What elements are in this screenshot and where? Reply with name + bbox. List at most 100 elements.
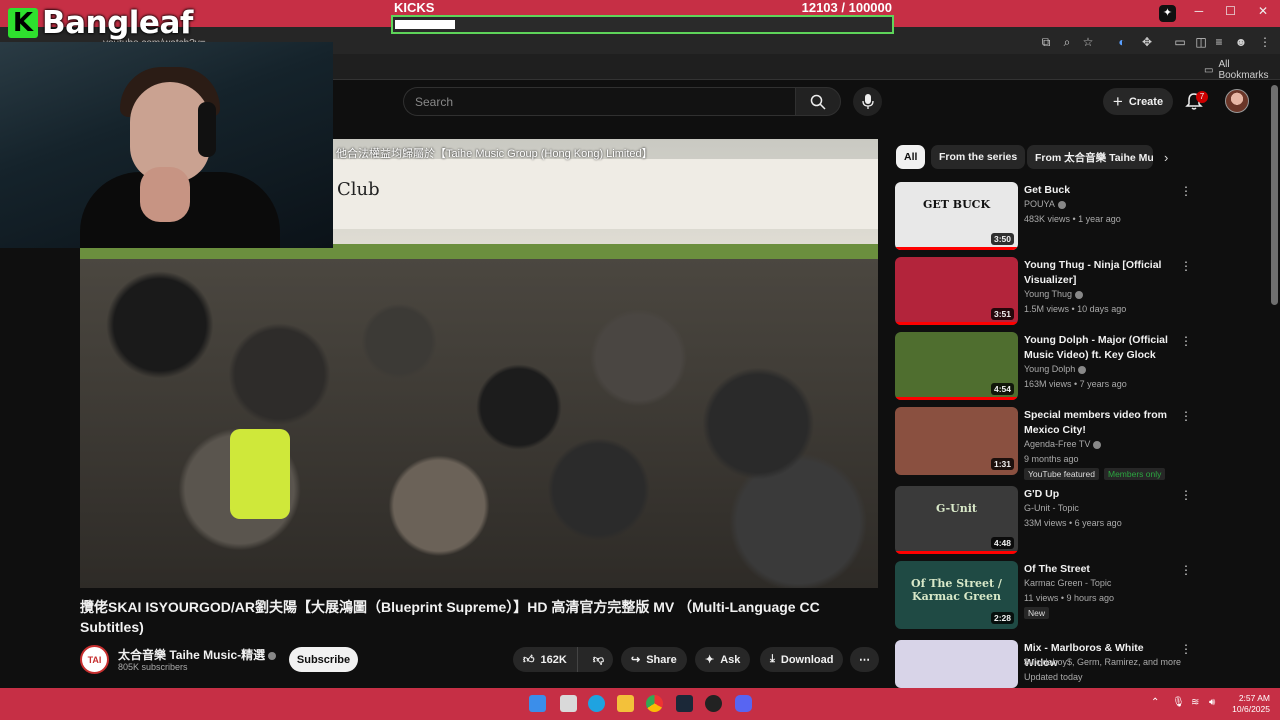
recommendation-channel[interactable]: G-Unit - Topic	[1024, 503, 1079, 513]
share-label: Share	[646, 653, 677, 666]
tray-chevron-up-icon[interactable]: ⌃	[1151, 697, 1159, 708]
more-vertical-icon[interactable]: ⋮	[1180, 409, 1192, 423]
extension-icon[interactable]: ◐	[1115, 35, 1129, 49]
chip-from-the-series[interactable]: From the series	[931, 145, 1026, 169]
reading-list-icon[interactable]: ≡	[1212, 35, 1226, 49]
channel-name-text: POUYA	[1024, 199, 1055, 209]
more-vertical-icon[interactable]: ⋮	[1180, 642, 1192, 656]
more-vertical-icon[interactable]: ⋮	[1180, 259, 1192, 273]
recommendation-item[interactable]: Of The Street / Karmac Green 2:28 Of The S…	[895, 561, 1195, 631]
windows-start-icon[interactable]	[529, 695, 546, 712]
recommendation-title[interactable]: Special members video from Mexico City!	[1024, 408, 1172, 438]
video-thumbnail[interactable]: GET BUCK 3:50	[895, 182, 1018, 250]
kicks-goal-label: KICKS	[394, 0, 435, 15]
extension-badge-icon[interactable]: ✦	[1159, 5, 1176, 22]
video-thumbnail[interactable]	[895, 640, 1018, 688]
more-actions-button[interactable]: ⋯	[850, 647, 879, 672]
search-button[interactable]	[795, 87, 841, 116]
recommendation-title[interactable]: Get Buck	[1024, 183, 1172, 198]
scrollbar[interactable]	[1271, 85, 1278, 305]
chevron-right-icon[interactable]: ›	[1164, 150, 1168, 165]
channel-name-text: Young Dolph	[1024, 364, 1076, 374]
bookmark-star-icon[interactable]: ☆	[1081, 35, 1095, 49]
chrome-icon[interactable]	[646, 695, 663, 712]
recommendation-item[interactable]: 1:31 Special members video from Mexico Ci…	[895, 407, 1195, 480]
watch-progress-bar	[895, 322, 1018, 325]
video-thumbnail[interactable]: 4:54	[895, 332, 1018, 400]
create-label: Create	[1128, 95, 1164, 108]
screenshot-icon[interactable]: ⧉	[1039, 35, 1053, 49]
split-screen-icon[interactable]: ▭	[1173, 35, 1187, 49]
recommendation-channel[interactable]: Agenda-Free TV	[1024, 439, 1102, 449]
recommendation-title[interactable]: G'D Up	[1024, 487, 1172, 502]
browser-menu-icon[interactable]: ⋮	[1258, 35, 1272, 49]
members-only-badge: Members only	[1104, 468, 1166, 480]
all-bookmarks[interactable]: ▭ All Bookmarks	[1204, 59, 1280, 81]
video-thumbnail[interactable]: 1:31	[895, 407, 1018, 475]
sidebar-icon[interactable]: ◫	[1194, 35, 1208, 49]
video-title: 攬佬SKAI ISYOURGOD/AR劉夫陽【大展鴻圖（Blueprint Su…	[80, 599, 820, 635]
maximize-icon[interactable]: ☐	[1225, 4, 1236, 18]
download-icon: ⤓	[770, 653, 775, 665]
video-thumbnail[interactable]: 3:51	[895, 257, 1018, 325]
notification-count-badge: 7	[1196, 91, 1208, 103]
wifi-icon[interactable]: ≋	[1191, 697, 1199, 708]
chip-from-channel[interactable]: From 太合音樂 Taihe Music	[1027, 145, 1153, 169]
dislike-button[interactable]: 👎︎	[584, 647, 613, 672]
recommendation-channel[interactable]: $uicideboy$, Germ, Ramirez, and more	[1024, 657, 1181, 667]
recommendation-item[interactable]: 4:54 Young Dolph - Major (Official Music …	[895, 332, 1195, 402]
volume-icon[interactable]: 🔊︎	[1209, 697, 1215, 708]
video-thumbnail[interactable]: Of The Street / Karmac Green 2:28	[895, 561, 1018, 629]
more-vertical-icon[interactable]: ⋮	[1180, 488, 1192, 502]
like-button[interactable]: 👍︎ 162K	[513, 647, 578, 672]
windows-taskbar	[0, 688, 1280, 720]
account-avatar[interactable]	[1225, 89, 1249, 113]
extensions-icon[interactable]: ✥	[1140, 35, 1154, 49]
close-icon[interactable]: ✕	[1258, 4, 1268, 18]
recommendation-title[interactable]: Young Thug - Ninja [Official Visualizer]	[1024, 258, 1172, 288]
thumbs-down-icon: 👎︎	[592, 654, 604, 666]
like-count: 162K	[540, 653, 567, 666]
obs-icon[interactable]	[705, 695, 722, 712]
clock-time: 2:57 AM	[1238, 693, 1270, 703]
recommendation-channel[interactable]: Karmac Green - Topic	[1024, 578, 1111, 588]
subscriber-count: 805K subscribers	[118, 662, 188, 672]
search-input[interactable]: Search	[403, 87, 796, 116]
recommendation-channel[interactable]: Young Dolph	[1024, 364, 1087, 374]
recommendation-item[interactable]: G-Unit 4:48 G'D Up G-Unit - Topic 33M views …	[895, 486, 1195, 556]
more-vertical-icon[interactable]: ⋮	[1180, 184, 1192, 198]
channel-name[interactable]: 太合音樂 Taihe Music-精選	[118, 646, 277, 663]
channel-avatar[interactable]: TAI	[80, 645, 109, 674]
edge-icon[interactable]	[588, 695, 605, 712]
recommendation-channel[interactable]: POUYA	[1024, 199, 1066, 209]
profile-icon[interactable]: ☻	[1234, 35, 1248, 49]
recommendation-title[interactable]: Of The Street	[1024, 562, 1172, 577]
featured-badge: YouTube featured	[1024, 468, 1099, 480]
recommendation-item[interactable]: GET BUCK 3:50 Get Buck POUYA 483K views • 1 …	[895, 182, 1195, 252]
recommendation-channel[interactable]: Young Thug	[1024, 289, 1084, 299]
more-vertical-icon[interactable]: ⋮	[1180, 563, 1192, 577]
share-button[interactable]: ↪ Share	[621, 647, 687, 672]
kicks-goal-count: 12103 / 100000	[680, 0, 892, 15]
channel-name-text: Young Thug	[1024, 289, 1073, 299]
ask-button[interactable]: ✦ Ask	[695, 647, 751, 672]
task-view-icon[interactable]	[560, 695, 577, 712]
recommendation-title[interactable]: Young Dolph - Major (Official Music Vide…	[1024, 333, 1172, 363]
discord-icon[interactable]	[735, 695, 752, 712]
microphone-tray-icon[interactable]: 🎙︎	[1172, 697, 1185, 708]
create-button[interactable]: + Create	[1103, 88, 1173, 115]
minimize-icon[interactable]: ─	[1195, 4, 1204, 18]
more-vertical-icon[interactable]: ⋮	[1180, 334, 1192, 348]
zoom-icon[interactable]: ⌕	[1060, 35, 1074, 49]
recommendation-meta: Updated today	[1024, 672, 1083, 682]
download-button[interactable]: ⤓ Download	[760, 647, 844, 672]
subscribe-button[interactable]: Subscribe	[289, 647, 358, 672]
steam-icon[interactable]	[676, 695, 693, 712]
video-thumbnail[interactable]: G-Unit 4:48	[895, 486, 1018, 554]
taskbar-clock[interactable]: 2:57 AM 10/6/2025	[1232, 693, 1270, 715]
file-explorer-icon[interactable]	[617, 695, 634, 712]
recommendation-item[interactable]: 3:51 Young Thug - Ninja [Official Visuali…	[895, 257, 1195, 327]
verified-icon	[1093, 440, 1102, 449]
voice-search-button[interactable]	[853, 87, 882, 116]
chip-all[interactable]: All	[896, 145, 926, 169]
